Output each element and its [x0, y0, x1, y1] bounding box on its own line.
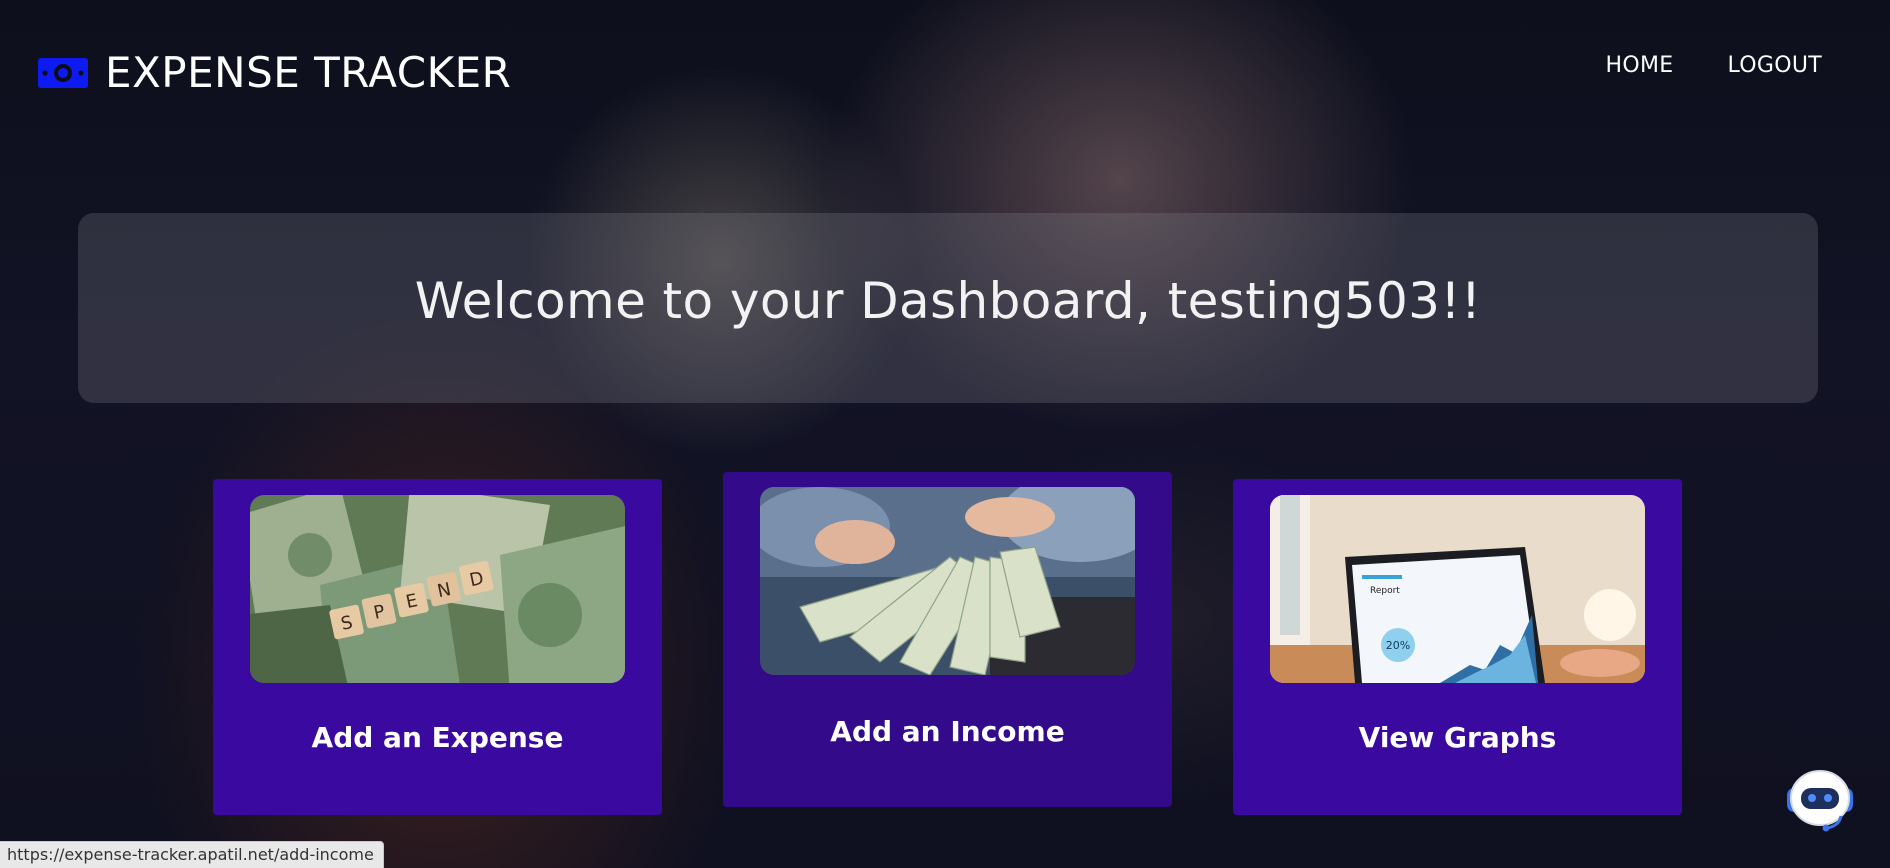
top-nav: HOME LOGOUT — [1606, 53, 1822, 78]
status-bar-url: https://expense-tracker.apatil.net/add-i… — [0, 841, 384, 868]
welcome-banner: Welcome to your Dashboard, testing503!! — [78, 213, 1818, 403]
nav-home-link[interactable]: HOME — [1606, 53, 1674, 78]
robot-chatbot-icon[interactable] — [1781, 768, 1859, 834]
add-expense-title: Add an Expense — [311, 721, 564, 754]
view-graphs-title: View Graphs — [1358, 721, 1557, 754]
laptop-graph-image: Report 20% — [1270, 495, 1645, 683]
svg-text:Report: Report — [1370, 586, 1400, 596]
welcome-heading: Welcome to your Dashboard, testing503!! — [414, 272, 1482, 330]
view-graphs-card[interactable]: Report 20% View Graphs — [1233, 479, 1682, 815]
hands-counting-cash-image — [760, 487, 1135, 675]
add-income-card[interactable]: Add an Income — [723, 472, 1172, 807]
add-expense-card[interactable]: S P E N D Add an Expense — [213, 479, 662, 815]
spend-money-image: S P E N D — [250, 495, 625, 683]
nav-logout-link[interactable]: LOGOUT — [1728, 53, 1823, 78]
svg-text:20%: 20% — [1386, 639, 1410, 652]
brand-logo[interactable]: EXPENSE TRACKER — [37, 48, 511, 97]
money-bill-icon — [38, 57, 88, 88]
add-income-title: Add an Income — [830, 715, 1065, 748]
app-title: EXPENSE TRACKER — [105, 48, 512, 97]
